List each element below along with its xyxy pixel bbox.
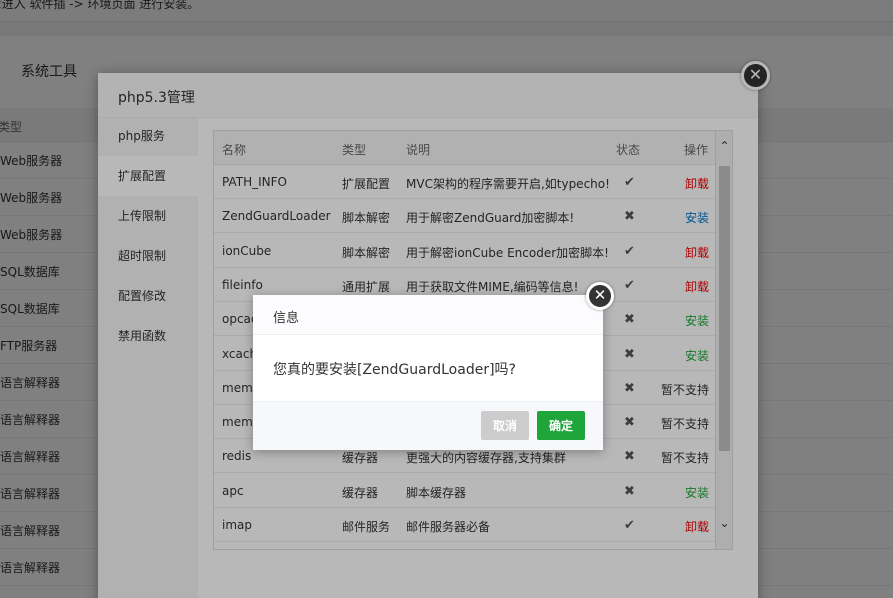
- ok-button[interactable]: 确定: [537, 411, 585, 440]
- confirm-title: 信息: [273, 311, 300, 326]
- close-icon[interactable]: ✕: [586, 282, 614, 310]
- cancel-button[interactable]: 取消: [481, 411, 529, 440]
- confirm-footer: 取消 确定: [253, 401, 603, 450]
- confirm-header: 信息: [253, 295, 603, 335]
- confirm-dialog: 信息 您真的要安装[ZendGuardLoader]吗? 取消 确定: [253, 295, 603, 450]
- confirm-message: 您真的要安装[ZendGuardLoader]吗?: [273, 362, 516, 378]
